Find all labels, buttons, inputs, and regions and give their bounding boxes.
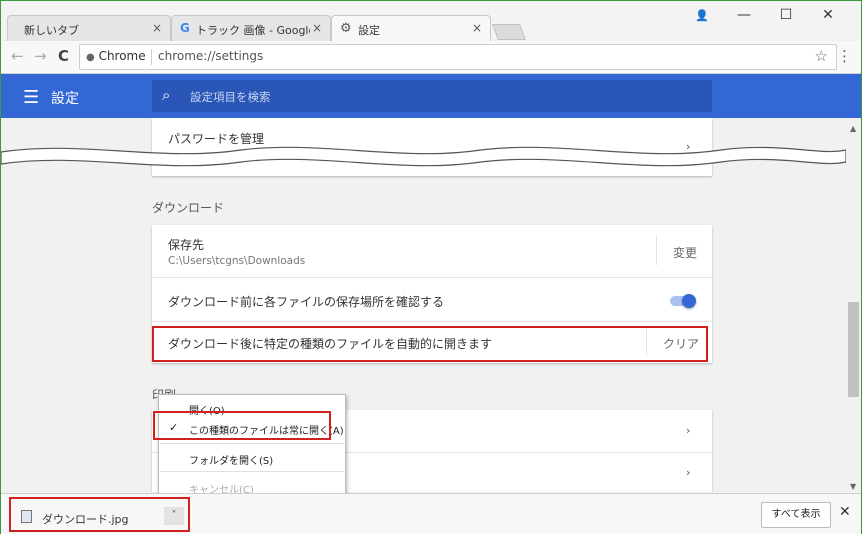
close-shelf-icon[interactable]: ✕ — [839, 504, 851, 520]
scroll-down-arrow-icon[interactable]: ▼ — [850, 482, 856, 491]
tab-close-icon[interactable]: × — [472, 21, 482, 35]
settings-search-input[interactable]: ⌕ 設定項目を検索 — [152, 80, 712, 112]
chevron-right-icon[interactable]: › — [686, 424, 690, 437]
site-chip: ● Chrome — [86, 49, 146, 63]
torn-edge — [1, 146, 846, 167]
menu-separator — [160, 443, 344, 444]
bookmark-star-icon[interactable]: ☆ — [815, 47, 828, 65]
hamburger-menu-icon[interactable]: ☰ — [23, 87, 39, 108]
change-location-button[interactable]: 変更 — [673, 244, 697, 261]
ask-location-label: ダウンロード前に各ファイルの保存場所を確認する — [168, 295, 445, 309]
tab-close-icon[interactable]: × — [152, 21, 162, 35]
download-location-label: 保存先 — [168, 238, 205, 252]
tab-title: トラック 画像 - Google 検索 — [196, 24, 310, 37]
scroll-up-arrow-icon[interactable]: ▲ — [850, 124, 856, 133]
browser-toolbar: ← → C ● Chrome chrome://settings ☆ ⋮ — [1, 41, 861, 74]
minimize-button[interactable]: — — [723, 7, 765, 23]
google-icon: G — [180, 21, 190, 35]
settings-content: パスワードを管理 入出（へ） › ダウンロード 保存先 C:\Users\tcg… — [1, 118, 846, 492]
tab-title: 設定 — [358, 24, 380, 37]
chrome-icon: ● — [86, 52, 95, 63]
tab-strip: 新しいタブ × G トラック 画像 - Google 検索 × ⚙ 設定 × 👤… — [1, 1, 861, 44]
highlight-always-open-item — [153, 411, 331, 440]
search-placeholder: 設定項目を検索 — [190, 90, 271, 104]
page-title: 設定 — [51, 91, 79, 107]
download-location-value: C:\Users\tcgns\Downloads — [168, 255, 306, 267]
close-window-button[interactable]: ✕ — [807, 7, 849, 23]
forward-button[interactable]: → — [34, 47, 47, 65]
tab-settings[interactable]: ⚙ 設定 × — [331, 15, 491, 44]
maximize-button[interactable]: ☐ — [765, 7, 807, 23]
new-tab-button[interactable] — [492, 24, 526, 40]
show-all-downloads-button[interactable]: すべて表示 — [761, 502, 831, 528]
reload-button[interactable]: C — [58, 47, 69, 65]
vertical-separator — [656, 235, 657, 265]
tab-close-icon[interactable]: × — [312, 21, 322, 35]
download-context-menu: 開く(O) ✓ この種類のファイルは常に開く(A) フォルダを開く(S) キャン… — [158, 394, 346, 500]
highlight-auto-open-row — [152, 326, 708, 362]
divider — [152, 321, 712, 322]
search-icon: ⌕ — [162, 86, 171, 104]
profile-icon[interactable]: 👤 — [681, 9, 723, 22]
url-text[interactable]: chrome://settings — [158, 49, 263, 63]
back-button[interactable]: ← — [11, 47, 24, 65]
settings-header: ☰ 設定 ⌕ 設定項目を検索 — [1, 74, 861, 118]
gear-icon: ⚙ — [340, 21, 352, 36]
scrollbar-thumb[interactable] — [848, 302, 859, 397]
omnibox-separator — [151, 49, 152, 65]
chevron-right-icon[interactable]: › — [686, 466, 690, 479]
downloads-section-title: ダウンロード — [152, 201, 225, 215]
menu-separator — [160, 471, 344, 472]
address-bar[interactable]: ● Chrome chrome://settings ☆ — [79, 44, 837, 70]
tab-google-search[interactable]: G トラック 画像 - Google 検索 × — [171, 15, 331, 43]
highlight-download-item — [9, 497, 190, 532]
divider — [152, 277, 712, 278]
toggle-knob — [682, 294, 696, 308]
tab-new-tab[interactable]: 新しいタブ × — [7, 15, 171, 43]
menu-item-show-in-folder[interactable]: フォルダを開く(S) — [189, 452, 273, 467]
browser-menu-icon[interactable]: ⋮ — [837, 47, 852, 65]
site-chip-label: Chrome — [98, 49, 146, 63]
tab-title: 新しいタブ — [24, 24, 79, 37]
window-controls: 👤 — ☐ ✕ — [681, 7, 849, 23]
